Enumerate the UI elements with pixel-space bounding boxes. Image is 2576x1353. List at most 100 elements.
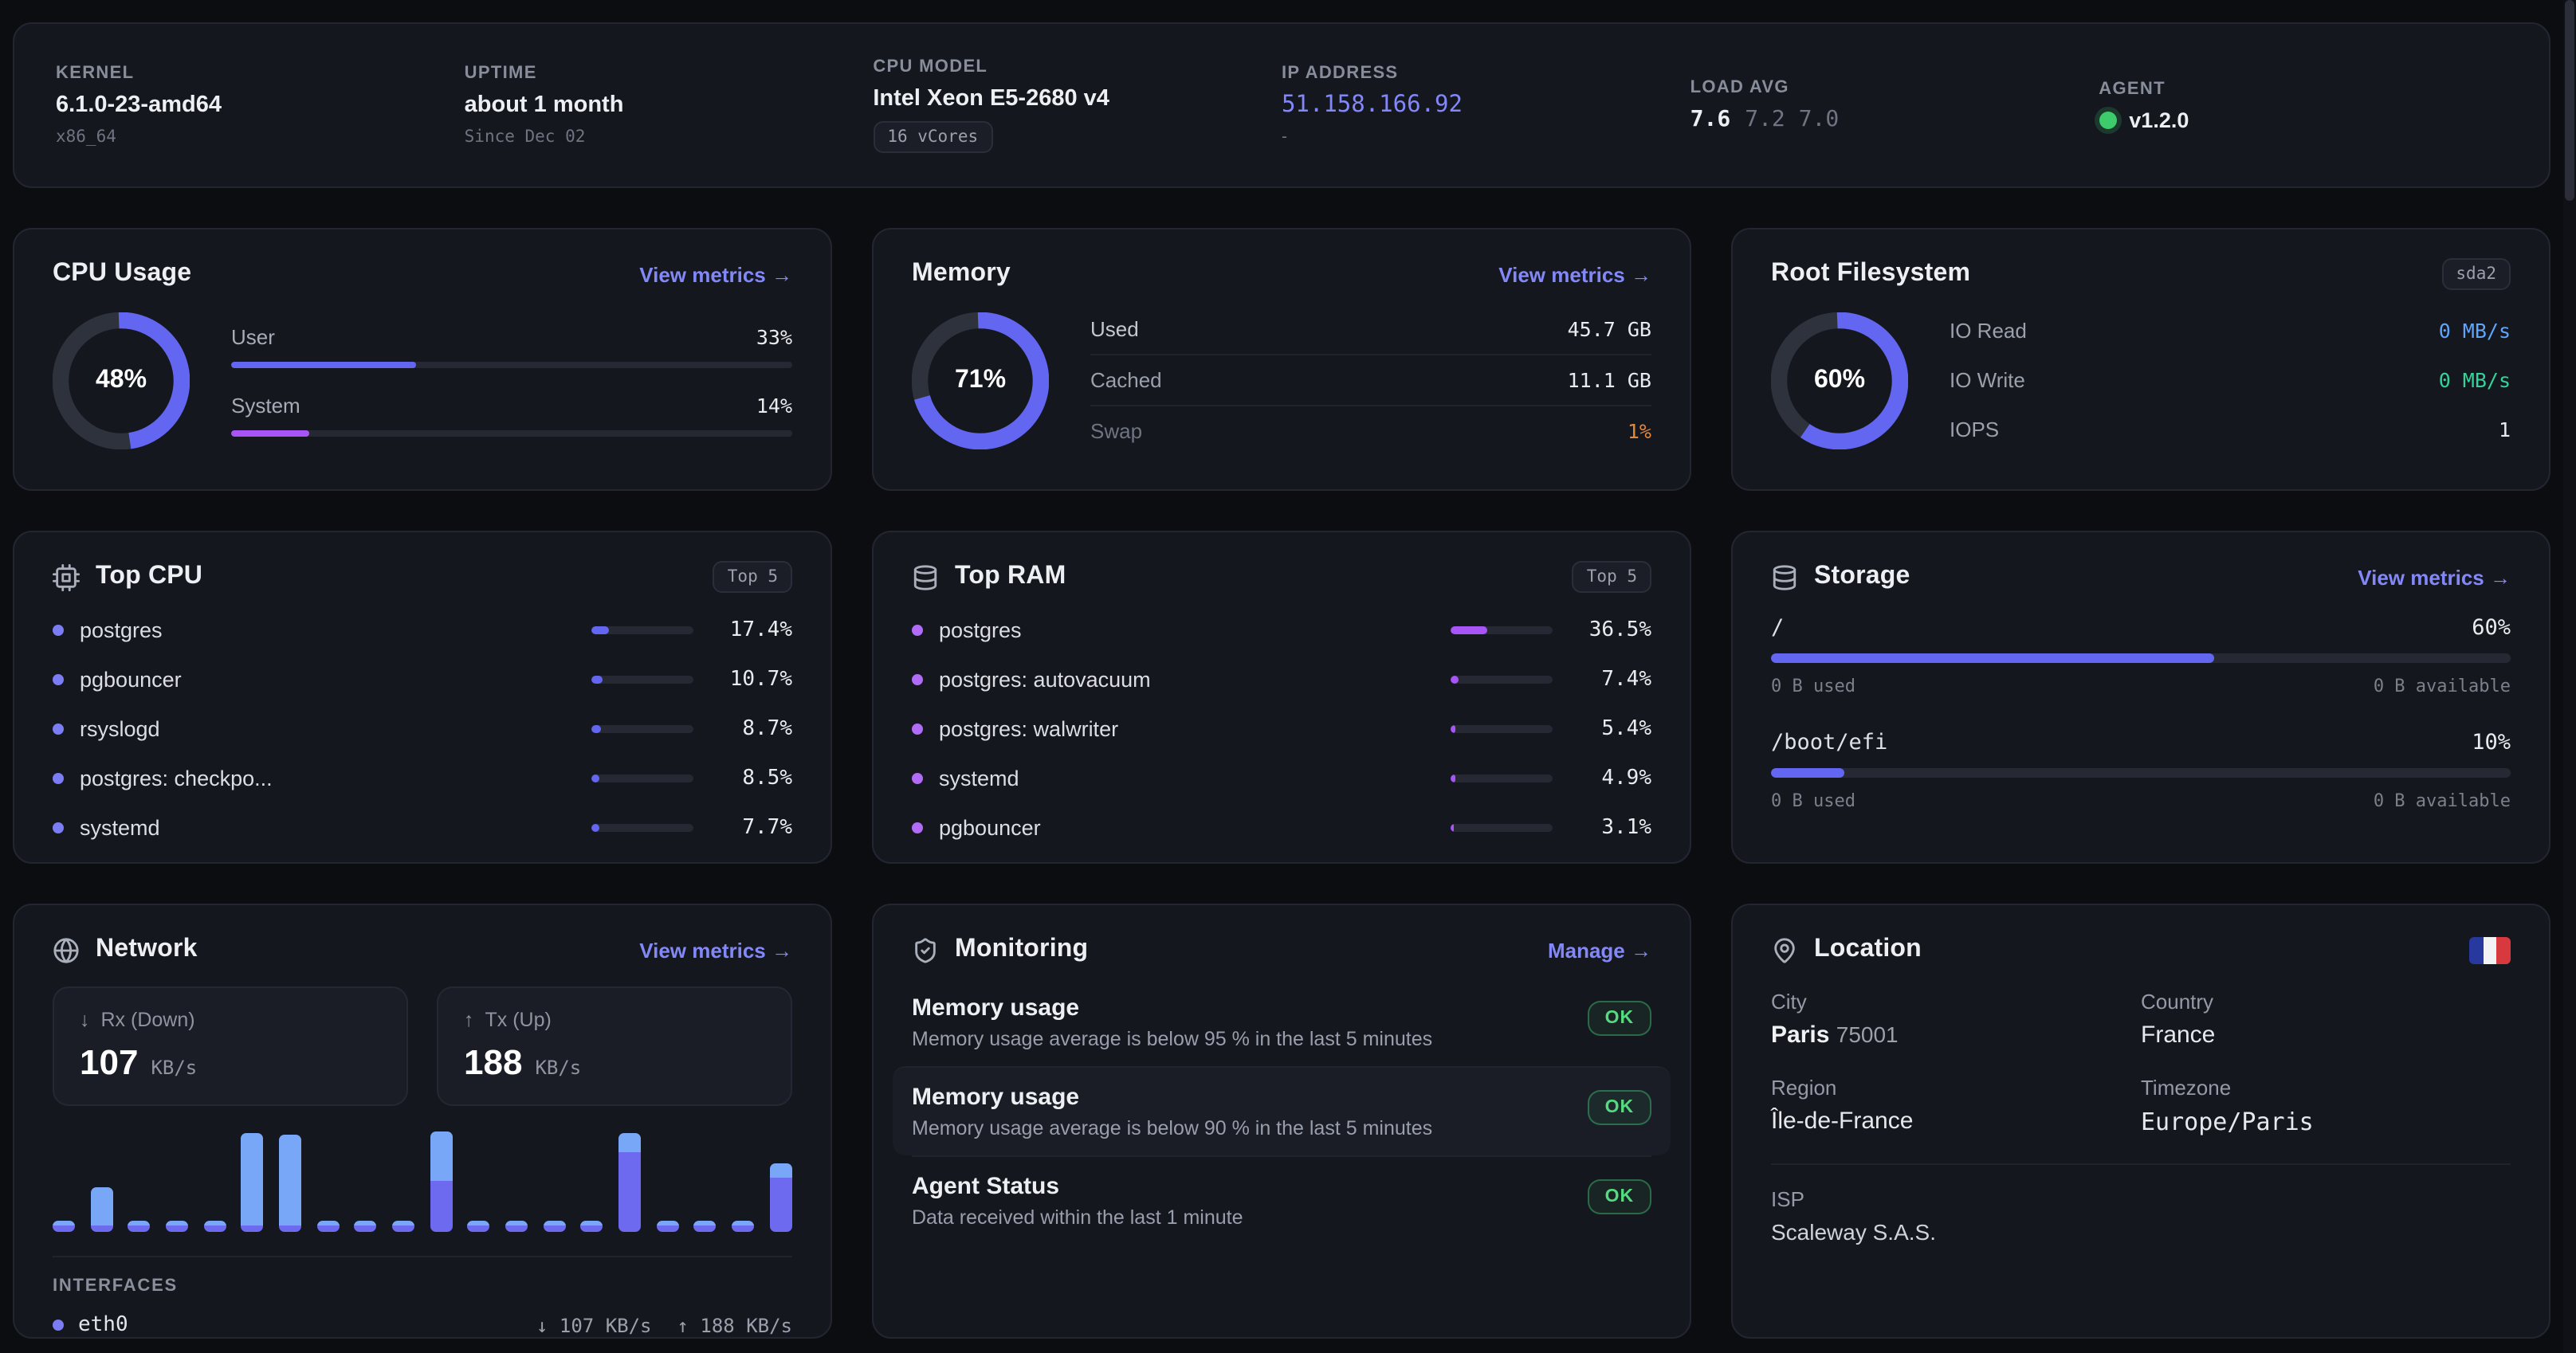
storage-view-metrics-link[interactable]: View metrics → (2358, 565, 2511, 589)
database-icon (912, 563, 939, 590)
iops-value: 1 (2499, 418, 2511, 441)
tx-box: ↑ Tx (Up) 188 KB/s (437, 986, 792, 1106)
io-write-value: 0 MB/s (2439, 368, 2511, 392)
tx-label: Tx (Up) (485, 1009, 552, 1031)
cpu-user-meter: User 33% (231, 324, 792, 367)
alert-row[interactable]: Memory usage Memory usage average is bel… (912, 978, 1651, 1066)
country-value: France (2141, 1022, 2511, 1049)
volume-percent: 60% (2472, 615, 2511, 641)
root-fs-rows: IO Read 0 MB/s IO Write 0 MB/s IOPS 1 (1950, 306, 2511, 454)
stat-agent: AGENT v1.2.0 (2099, 24, 2507, 186)
traffic-bar (242, 1133, 264, 1232)
city-value: Paris (1771, 1022, 1829, 1049)
cpu-usage-header: CPU Usage View metrics → (53, 258, 792, 290)
alert-title: Agent Status (912, 1173, 1562, 1200)
process-bar (1451, 676, 1553, 684)
interface-down: ↓ 107 KB/s (536, 1314, 652, 1336)
storage-title: Storage (1814, 563, 1910, 591)
top-cpu-header: Top CPU Top 5 (53, 561, 792, 593)
cpu-icon (53, 563, 80, 590)
traffic-bar (90, 1187, 112, 1232)
process-row: pgbouncer 3.1% (912, 803, 1651, 853)
memory-used-label: Used (1090, 317, 1139, 341)
io-read-row: IO Read 0 MB/s (1950, 306, 2511, 355)
volume-root: / 60% 0 B used 0 B available (1771, 615, 2511, 696)
volume-used: 0 B used (1771, 790, 1855, 811)
load-avg-label: LOAD AVG (1690, 78, 2099, 97)
ip-sub: - (1282, 127, 1690, 147)
traffic-bar (468, 1221, 490, 1232)
memory-swap-value: 1% (1628, 419, 1651, 443)
process-bar (591, 775, 693, 782)
tx-unit: KB/s (535, 1057, 581, 1079)
memory-rows: Used 45.7 GB Cached 11.1 GB Swap 1% (1090, 304, 1651, 456)
traffic-bar (128, 1221, 151, 1232)
memory-donut-gauge: 71% (912, 312, 1049, 449)
memory-used-row: Used 45.7 GB (1090, 304, 1651, 355)
rx-box: ↓ Rx (Down) 107 KB/s (53, 986, 408, 1106)
cpu-user-bar (231, 361, 792, 367)
process-bar (1451, 725, 1553, 733)
bullet-icon (53, 724, 64, 735)
arrow-down-icon: ↓ (80, 1009, 90, 1031)
process-name: rsyslogd (80, 717, 575, 741)
cpu-view-metrics-link[interactable]: View metrics → (639, 262, 792, 286)
process-value: 36.5% (1569, 618, 1651, 642)
country-label: Country (2141, 990, 2511, 1014)
process-bar (591, 626, 693, 634)
scrollbar-thumb[interactable] (2565, 0, 2574, 201)
alert-title: Memory usage (912, 1084, 1562, 1111)
location-title: Location (1814, 935, 1922, 964)
globe-icon (53, 936, 80, 963)
interface-up: ↑ 188 KB/s (677, 1314, 793, 1336)
cpu-model-value: Intel Xeon E5-2680 v4 (873, 86, 1282, 112)
traffic-bar (279, 1135, 301, 1232)
map-pin-icon (1771, 936, 1798, 963)
process-value: 7.7% (709, 816, 792, 840)
memory-view-metrics-link[interactable]: View metrics → (1498, 262, 1651, 286)
traffic-bar (618, 1133, 641, 1232)
ip-value[interactable]: 51.158.166.92 (1282, 92, 1690, 118)
monitoring-header: Monitoring Manage → (912, 934, 1651, 966)
bullet-icon (53, 1320, 64, 1331)
root-fs-donut-gauge: 60% (1771, 312, 1908, 449)
process-bar (591, 676, 693, 684)
volume-percent: 10% (2472, 730, 2511, 755)
arrow-up-icon: ↑ (464, 1009, 474, 1031)
process-row: postgres: checkpo... 8.5% (53, 754, 792, 803)
uptime-label: UPTIME (465, 64, 874, 83)
network-rates: ↓ Rx (Down) 107 KB/s ↑ Tx (Up) 188 KB/s (53, 986, 792, 1106)
cpu-usage-card: CPU Usage View metrics → 48% User 33% (13, 228, 832, 491)
field-timezone: Timezone Europe/Paris (2141, 1076, 2511, 1136)
alert-row[interactable]: Agent Status Data received within the la… (912, 1155, 1651, 1245)
monitoring-manage-link[interactable]: Manage → (1548, 938, 1651, 962)
kernel-value: 6.1.0-23-amd64 (56, 92, 465, 118)
rx-label: Rx (Down) (101, 1009, 195, 1031)
cpu-user-value: 33% (756, 324, 792, 348)
process-name: postgres: autovacuum (939, 668, 1435, 692)
process-bar (1451, 775, 1553, 782)
isp-label: ISP (1771, 1187, 2511, 1211)
database-icon (1771, 563, 1798, 590)
timezone-label: Timezone (2141, 1076, 2511, 1100)
kernel-arch: x86_64 (56, 127, 465, 147)
memory-donut-value: 71% (912, 312, 1049, 449)
timezone-value: Europe/Paris (2141, 1108, 2511, 1136)
volume-path: /boot/efi (1771, 730, 1887, 755)
io-write-row: IO Write 0 MB/s (1950, 355, 2511, 405)
process-bar (591, 824, 693, 832)
top-ram-title: Top RAM (955, 563, 1066, 591)
traffic-bar (430, 1131, 452, 1232)
memory-title: Memory (912, 260, 1011, 288)
system-info-bar: KERNEL 6.1.0-23-amd64 x86_64 UPTIME abou… (13, 22, 2550, 188)
status-badge: OK (1588, 1001, 1651, 1036)
alert-row[interactable]: Memory usage Memory usage average is bel… (893, 1066, 1671, 1155)
storage-header: Storage View metrics → (1771, 561, 2511, 593)
network-title: Network (96, 935, 198, 964)
agent-version: v1.2.0 (2129, 108, 2189, 131)
network-view-metrics-link[interactable]: View metrics → (639, 938, 792, 962)
location-header: Location (1771, 934, 2511, 966)
scrollbar[interactable] (2563, 0, 2576, 1353)
root-filesystem-card: Root Filesystem sda2 60% IO Read 0 MB/s … (1731, 228, 2550, 491)
process-value: 5.4% (1569, 717, 1651, 741)
